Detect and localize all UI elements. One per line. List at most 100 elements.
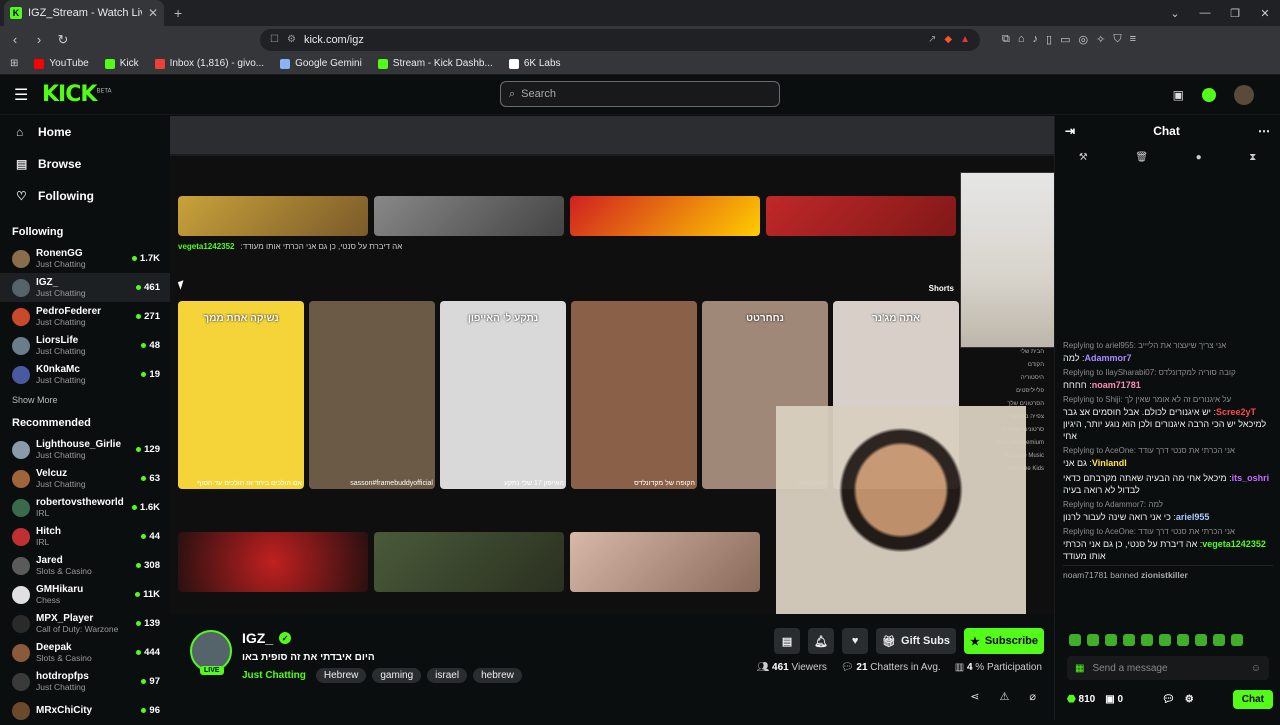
chat-input[interactable]: ▦ Send a message ☺ (1067, 656, 1269, 680)
settings-icon[interactable]: ⚙ (1185, 694, 1194, 705)
short-thumbnail[interactable]: sasson#framebuddyofficial (309, 301, 435, 489)
sidebar-channel[interactable]: MRxChiCity 96 (0, 696, 170, 725)
sidebar-channel[interactable]: GMHikaru Chess 11K (0, 580, 170, 609)
sidebar-channel[interactable]: RonenGG Just Chatting 1.7K (0, 244, 170, 273)
emote-icon[interactable] (1159, 634, 1171, 646)
sidebar-channel[interactable]: Velcuz Just Chatting 63 (0, 464, 170, 493)
maximize-icon[interactable]: ❐ (1220, 0, 1250, 26)
reload-icon[interactable]: ↻ (56, 32, 70, 48)
sidebar-channel[interactable]: Hitch IRL 44 (0, 522, 170, 551)
subscribe-button[interactable]: ★ Subscribe (963, 628, 1044, 654)
nav-home[interactable]: ⌂ Home (0, 116, 170, 148)
avatar[interactable] (1234, 85, 1254, 105)
emote-icon[interactable] (1087, 634, 1099, 646)
share-icon[interactable]: ⋖ (970, 690, 979, 703)
address-bar[interactable]: ☐ ⚙ kick.com/igz ↗ ◆ ▲ (260, 28, 980, 51)
chat-username[interactable]: vegeta1242352 (1202, 539, 1266, 549)
points-display[interactable]: ⬣ 810 (1067, 694, 1095, 705)
sidebar-channel[interactable]: Lighthouse_Girlie Just Chatting 129 (0, 435, 170, 464)
sidebar-channel[interactable]: LiorsLife Just Chatting 48 (0, 331, 170, 360)
menu-icon[interactable]: ≡ (1130, 33, 1136, 46)
nav-following[interactable]: ♡ Following (0, 180, 170, 212)
chat-username[interactable]: its_oshri (1232, 473, 1270, 483)
emote-icon[interactable] (1195, 634, 1207, 646)
rewards-icon[interactable]: ▲ (960, 34, 970, 45)
clip-button[interactable]: ▤ (774, 628, 801, 654)
wallet-icon[interactable]: ▭ (1060, 33, 1070, 46)
video-player[interactable]: vegeta1242352 :אה דיברת על סנטי, כן גם א… (170, 116, 1054, 614)
gift-subs-button[interactable]: 🎁︎ Gift Subs (876, 628, 956, 654)
bookmark-item[interactable]: 6K Labs (508, 58, 561, 69)
emote-icon[interactable] (1069, 634, 1081, 646)
bookmark-item[interactable]: Stream - Kick Dashb... (377, 58, 493, 69)
notify-button[interactable]: 🔔︎ (808, 628, 835, 654)
emote-icon[interactable] (1231, 634, 1243, 646)
send-chat-button[interactable]: Chat (1232, 690, 1273, 709)
category-link[interactable]: Just Chatting (242, 670, 306, 681)
streamer-name[interactable]: IGZ_ ✓ (242, 630, 292, 646)
hammer-icon[interactable]: ⚒ (1079, 152, 1088, 163)
timer-icon[interactable]: ⧗ (1249, 152, 1256, 163)
sidebar-channel[interactable]: PedroFederer Just Chatting 271 (0, 302, 170, 331)
sidebar-channel[interactable]: MPX_Player Call of Duty: Warzone 139 (0, 609, 170, 638)
emote-icon[interactable] (1177, 634, 1189, 646)
tab-search-icon[interactable]: ⌄ (1160, 0, 1190, 26)
kick-points-icon[interactable] (1202, 88, 1216, 102)
forward-icon[interactable]: › (32, 32, 46, 47)
shield-icon[interactable]: ⛉ (1113, 33, 1121, 46)
search-input[interactable]: ⌕ Search (500, 81, 780, 107)
sidebar-channel[interactable]: K0nkaMc Just Chatting 19 (0, 360, 170, 389)
show-more-link[interactable]: Show More (0, 389, 170, 413)
emote-icon[interactable] (1141, 634, 1153, 646)
tag[interactable]: gaming (372, 668, 422, 683)
tag[interactable]: israel (427, 668, 468, 683)
bookmark-item[interactable]: Inbox (1,816) - givo... (154, 58, 264, 69)
chat-username[interactable]: ariel955 (1176, 512, 1210, 522)
bookmark-item[interactable]: Kick (104, 58, 139, 69)
nav-browse[interactable]: ▤ Browse (0, 148, 170, 180)
kick-logo[interactable]: KICKBETA (42, 82, 112, 107)
bubble-icon[interactable]: ● (1196, 152, 1202, 163)
drops-display[interactable]: ▣ 0 (1105, 694, 1123, 705)
share-icon[interactable]: ↗ (928, 34, 936, 45)
trash-icon[interactable]: 🗑︎ (1135, 152, 1148, 163)
bookmark-item[interactable]: YouTube (34, 58, 89, 69)
tag[interactable]: hebrew (473, 668, 522, 683)
inbox-icon[interactable]: ▣ (1173, 88, 1184, 102)
chat-username[interactable]: noam71781 (1092, 380, 1141, 390)
extension-icon[interactable]: ⧉ (1002, 33, 1010, 46)
short-thumbnail[interactable]: נתקע לי האייפון האייפון 17 שלי נתקע (440, 301, 566, 489)
more-icon[interactable]: ⋯ (1258, 124, 1270, 138)
sidebar-channel[interactable]: Jared Slots & Casino 308 (0, 551, 170, 580)
report-icon[interactable]: ⚠ (1000, 690, 1010, 703)
emote-icon[interactable] (1105, 634, 1117, 646)
chat-username[interactable]: Scree2yT (1216, 407, 1256, 417)
site-info-icon[interactable]: ⚙ (287, 34, 296, 45)
sidebar-icon[interactable]: ▯ (1046, 33, 1052, 46)
new-tab-icon[interactable]: + (174, 5, 182, 21)
emote-icon[interactable] (1123, 634, 1135, 646)
collapse-chat-icon[interactable]: ⇥ (1065, 124, 1075, 138)
mute-icon[interactable]: ⌀ (1029, 690, 1036, 703)
close-tab-icon[interactable]: ✕ (148, 6, 158, 20)
music-icon[interactable]: ♪ (1033, 33, 1039, 46)
minimize-icon[interactable]: — (1190, 0, 1220, 26)
sidebar-channel[interactable]: robertovstheworld IRL 1.6K (0, 493, 170, 522)
apps-icon[interactable]: ⊞ (10, 58, 18, 69)
vpn-icon[interactable]: ◎ (1078, 33, 1088, 46)
sidebar-channel[interactable]: hotdropfps Just Chatting 97 (0, 667, 170, 696)
chat-username[interactable]: Vinlandl (1092, 458, 1127, 468)
short-thumbnail[interactable]: הקופה של מקדונלדס (571, 301, 697, 489)
close-window-icon[interactable]: ✕ (1250, 0, 1280, 26)
short-thumbnail[interactable]: נשיקה אחת ממך אם הולכים ביחד אז הולכים ע… (178, 301, 304, 489)
sidebar-channel[interactable]: Deepak Slots & Casino 444 (0, 638, 170, 667)
browser-tab[interactable]: K IGZ_Stream - Watch Live on Kick ✕ (4, 0, 164, 26)
back-icon[interactable]: ‹ (8, 32, 22, 47)
follow-button[interactable]: ♥ (842, 628, 869, 654)
extension-icon[interactable]: ⌂ (1018, 33, 1025, 46)
brave-shield-icon[interactable]: ◆ (944, 34, 952, 45)
sidebar-channel[interactable]: IGZ_ Just Chatting 461 (0, 273, 170, 302)
chat-bubble-icon[interactable]: 💬︎ (1162, 694, 1175, 705)
ai-icon[interactable]: ✧ (1096, 33, 1105, 46)
bookmark-item[interactable]: Google Gemini (280, 58, 362, 69)
